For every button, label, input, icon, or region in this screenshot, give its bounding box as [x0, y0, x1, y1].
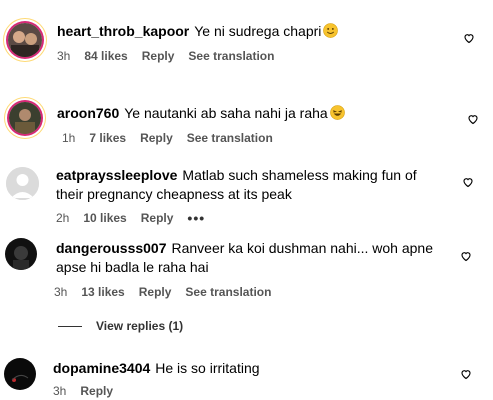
avatar[interactable]: [4, 358, 36, 390]
reply-button[interactable]: Reply: [139, 285, 172, 299]
laughing-emoji-icon: [329, 105, 345, 120]
heart-icon[interactable]: [462, 176, 474, 188]
more-options-icon[interactable]: •••: [187, 210, 205, 226]
avatar[interactable]: [6, 167, 39, 200]
likes-count[interactable]: 10 likes: [83, 211, 126, 225]
reply-button[interactable]: Reply: [142, 49, 175, 63]
username[interactable]: dopamine3404: [53, 360, 150, 376]
heart-icon[interactable]: [463, 32, 475, 44]
smile-emoji-icon: [323, 23, 339, 38]
comment-text: dopamine3404 He is so irritating: [53, 359, 260, 378]
avatar[interactable]: [5, 238, 37, 270]
heart-icon[interactable]: [460, 250, 472, 262]
comment-body: Ye nautanki ab saha nahi ja raha: [124, 105, 328, 121]
comment-text: aroon760 Ye nautanki ab saha nahi ja raha: [57, 104, 345, 123]
comment-meta: 3h 84 likes Reply See translation: [57, 49, 288, 63]
reply-button[interactable]: Reply: [80, 384, 113, 398]
see-translation-button[interactable]: See translation: [185, 285, 271, 299]
see-translation-button[interactable]: See translation: [187, 131, 273, 145]
likes-count[interactable]: 7 likes: [89, 131, 126, 145]
divider-line: [58, 325, 82, 327]
username[interactable]: dangerousss007: [56, 240, 167, 256]
reply-button[interactable]: Reply: [141, 211, 174, 225]
username[interactable]: aroon760: [57, 105, 119, 121]
timestamp: 1h: [62, 131, 76, 145]
username[interactable]: heart_throb_kapoor: [57, 23, 189, 39]
username[interactable]: eatprayssleeplove: [56, 167, 177, 183]
comment-text: heart_throb_kapoor Ye ni sudrega chapri: [57, 22, 339, 41]
timestamp: 3h: [53, 384, 67, 398]
comment-meta: 2h 10 likes Reply •••: [56, 210, 219, 226]
heart-icon[interactable]: [467, 113, 479, 125]
timestamp: 3h: [54, 285, 68, 299]
heart-icon[interactable]: [460, 368, 472, 380]
reply-button[interactable]: Reply: [140, 131, 173, 145]
comment-text: dangerousss007 Ranveer ka koi dushman nah…: [56, 239, 446, 277]
avatar[interactable]: [8, 23, 42, 57]
comment-text: eatprayssleeplove Matlab such shameless m…: [56, 166, 436, 204]
comment-meta: 3h 13 likes Reply See translation: [54, 285, 285, 299]
view-replies-label: View replies (1): [96, 319, 184, 333]
timestamp: 3h: [57, 49, 71, 63]
comment-meta: 3h Reply: [53, 384, 127, 398]
comment-meta: 1h 7 likes Reply See translation: [62, 131, 287, 145]
view-replies-button[interactable]: View replies (1): [58, 319, 183, 333]
comment-body: Ye ni sudrega chapri: [194, 23, 322, 39]
avatar[interactable]: [9, 102, 41, 134]
comment-body: He is so irritating: [155, 360, 260, 376]
timestamp: 2h: [56, 211, 70, 225]
likes-count[interactable]: 13 likes: [81, 285, 124, 299]
likes-count[interactable]: 84 likes: [84, 49, 127, 63]
see-translation-button[interactable]: See translation: [188, 49, 274, 63]
